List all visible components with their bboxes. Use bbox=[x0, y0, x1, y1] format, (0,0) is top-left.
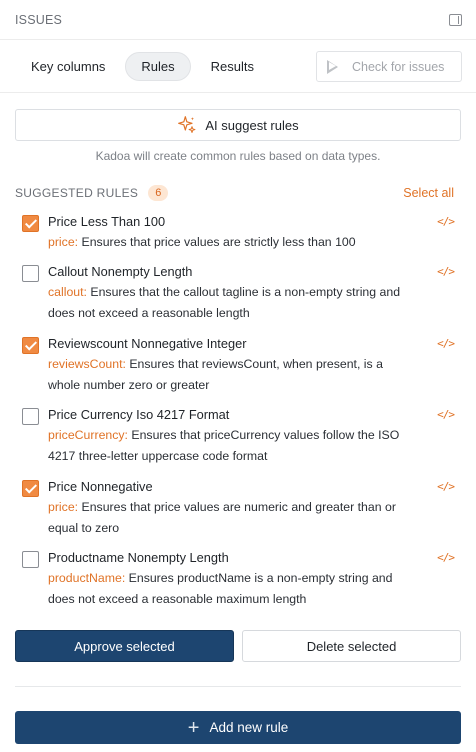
select-all-link[interactable]: Select all bbox=[403, 186, 454, 200]
rule-field: callout: bbox=[48, 285, 87, 299]
rule-field: productName: bbox=[48, 571, 126, 585]
code-icon[interactable]: </> bbox=[437, 337, 455, 350]
rule-item: Price Less Than 100 price: Ensures that … bbox=[22, 212, 455, 262]
check-for-issues-label: Check for issues bbox=[352, 59, 445, 74]
rule-item: Callout Nonempty Length callout: Ensures… bbox=[22, 262, 455, 334]
sidebar-toggle-icon[interactable] bbox=[449, 13, 462, 26]
tab-bar: Key columns Rules Results Check for issu… bbox=[0, 40, 476, 93]
ai-suggest-rules-button[interactable]: AI suggest rules bbox=[15, 109, 461, 141]
rule-field: priceCurrency: bbox=[48, 428, 128, 442]
tab-key-columns[interactable]: Key columns bbox=[15, 52, 121, 81]
rule-description: Ensures that the callout tagline is a no… bbox=[48, 285, 401, 320]
rule-checkbox[interactable] bbox=[22, 480, 39, 497]
rule-checkbox[interactable] bbox=[22, 408, 39, 425]
code-icon[interactable]: </> bbox=[437, 480, 455, 493]
check-for-issues-button[interactable]: Check for issues bbox=[316, 51, 462, 82]
rules-count-badge: 6 bbox=[148, 185, 169, 201]
rule-description: Ensures that price values are strictly l… bbox=[81, 235, 356, 249]
rule-title: Price Less Than 100 bbox=[48, 214, 166, 229]
rule-title: Callout Nonempty Length bbox=[48, 264, 193, 279]
rule-item: Productname Nonempty Length productName:… bbox=[22, 548, 455, 620]
rule-field: reviewsCount: bbox=[48, 357, 126, 371]
rule-checkbox[interactable] bbox=[22, 337, 39, 354]
rule-item: Price Nonnegative price: Ensures that pr… bbox=[22, 477, 455, 548]
add-new-rule-button[interactable]: + Add new rule bbox=[15, 711, 461, 744]
rule-title: Productname Nonempty Length bbox=[48, 550, 229, 565]
delete-selected-button[interactable]: Delete selected bbox=[242, 630, 461, 662]
rules-list: Price Less Than 100 price: Ensures that … bbox=[22, 212, 455, 620]
rule-item: Price Currency Iso 4217 Format priceCurr… bbox=[22, 405, 455, 477]
approve-selected-button[interactable]: Approve selected bbox=[15, 630, 234, 662]
tab-results[interactable]: Results bbox=[195, 52, 270, 81]
play-icon bbox=[327, 59, 338, 74]
rule-checkbox[interactable] bbox=[22, 265, 39, 282]
rule-checkbox[interactable] bbox=[22, 551, 39, 568]
ai-hint-text: Kadoa will create common rules based on … bbox=[95, 149, 381, 163]
issues-panel: ISSUES Key columns Rules Results Check f… bbox=[0, 0, 476, 752]
rule-field: price: bbox=[48, 235, 79, 249]
ai-suggest-label: AI suggest rules bbox=[205, 117, 299, 133]
rule-field: price: bbox=[48, 500, 79, 514]
section-title: SUGGESTED RULES bbox=[15, 186, 139, 200]
panel-title: ISSUES bbox=[15, 12, 63, 27]
sparkle-icon bbox=[178, 116, 196, 133]
code-icon[interactable]: </> bbox=[437, 215, 455, 228]
rule-description: Ensures that price values are numeric an… bbox=[48, 500, 396, 535]
code-icon[interactable]: </> bbox=[437, 265, 455, 278]
add-new-rule-label: Add new rule bbox=[209, 720, 289, 735]
code-icon[interactable]: </> bbox=[437, 408, 455, 421]
panel-header: ISSUES bbox=[0, 0, 476, 40]
rule-title: Price Currency Iso 4217 Format bbox=[48, 407, 230, 422]
rule-title: Reviewscount Nonnegative Integer bbox=[48, 336, 247, 351]
rule-item: Reviewscount Nonnegative Integer reviews… bbox=[22, 334, 455, 405]
plus-icon: + bbox=[187, 716, 200, 739]
suggested-rules-header: SUGGESTED RULES 6 Select all bbox=[15, 184, 454, 202]
rule-title: Price Nonnegative bbox=[48, 479, 153, 494]
divider bbox=[15, 686, 461, 687]
rule-checkbox[interactable] bbox=[22, 215, 39, 232]
code-icon[interactable]: </> bbox=[437, 551, 455, 564]
tab-rules[interactable]: Rules bbox=[125, 51, 191, 81]
